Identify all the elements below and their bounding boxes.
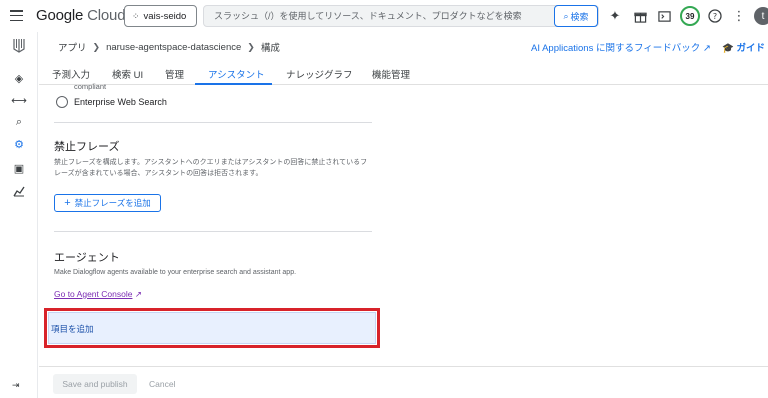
guide-label: ガイド: [736, 43, 765, 54]
agent-console-label: Go to Agent Console: [54, 289, 133, 299]
add-banned-phrase-label: 禁止フレーズを追加: [74, 198, 151, 208]
feedback-link-label: AI Applications に関するフィードバック: [531, 43, 701, 54]
tab-autocomplete[interactable]: 予測入力: [52, 67, 90, 81]
notification-badge[interactable]: 39: [680, 6, 700, 26]
divider: [54, 231, 372, 232]
web-search-radio[interactable]: [56, 96, 68, 108]
tab-search-ui[interactable]: 検索 UI: [112, 67, 143, 81]
active-tab-indicator: [195, 83, 272, 85]
breadcrumb-apps[interactable]: アプリ: [58, 40, 87, 54]
expand-rail-icon[interactable]: ⇥: [12, 380, 20, 391]
tab-management[interactable]: 管理: [165, 67, 184, 81]
agents-description: Make Dialogflow agents available to your…: [54, 269, 297, 276]
tab-feature-management[interactable]: 機能管理: [372, 67, 410, 81]
search-button[interactable]: ⌕ 検索: [554, 5, 598, 27]
school-icon: 🎓: [722, 43, 734, 54]
breadcrumb-app-name[interactable]: naruse-agentspace-datascience: [106, 42, 241, 53]
svg-text:?: ?: [713, 12, 717, 21]
project-icon: ⁘: [132, 10, 140, 21]
tab-bar: 予測入力 検索 UI 管理 アシスタント ナレッジグラフ 機能管理: [39, 63, 768, 85]
compliant-label: compliant: [74, 82, 107, 91]
logo-google: Google: [36, 7, 84, 24]
project-picker[interactable]: ⁘ vais-seido: [124, 5, 197, 27]
save-and-publish-button[interactable]: Save and publish: [53, 374, 137, 394]
left-rail: ◈ ⟷ ⌕ ⚙ ▣: [0, 32, 38, 398]
search-bar: ⌕ 検索: [203, 5, 599, 27]
external-link-icon: ↗: [702, 43, 711, 54]
project-name: vais-seido: [143, 10, 187, 22]
tab-assistant[interactable]: アシスタント: [208, 67, 265, 81]
add-item-label: 項目を追加: [51, 324, 94, 334]
breadcrumb-configuration: 構成: [260, 43, 280, 54]
connect-icon[interactable]: ⟷: [10, 91, 28, 109]
help-icon[interactable]: ?: [706, 7, 724, 25]
external-link-icon: ↗: [134, 289, 142, 299]
guide-button[interactable]: 🎓 ガイド: [722, 40, 765, 54]
gift-icon[interactable]: [631, 7, 649, 25]
breadcrumb: アプリ ❯ naruse-agentspace-datascience ❯ 構成: [58, 40, 280, 55]
google-cloud-logo[interactable]: Google Cloud: [36, 7, 126, 24]
feedback-link[interactable]: AI Applications に関するフィードバック ↗: [531, 40, 711, 54]
overview-icon[interactable]: ◈: [10, 69, 28, 87]
banned-phrases-title: 禁止フレーズ: [54, 141, 120, 153]
settings-icon[interactable]: ⚙: [10, 135, 28, 153]
menu-icon[interactable]: [10, 10, 23, 22]
search-icon: ⌕: [563, 10, 569, 21]
avatar[interactable]: t: [754, 7, 768, 25]
top-bar: Google Cloud ⁘ vais-seido ⌕ 検索 ✦ 39 ? ⋮ …: [0, 0, 768, 32]
chevron-right-icon: ❯: [92, 41, 101, 52]
search-button-label: 検索: [570, 11, 589, 22]
agents-title: エージェント: [54, 252, 120, 264]
gemini-sparkle-icon[interactable]: ✦: [606, 7, 624, 25]
tab-knowledge-graph[interactable]: ナレッジグラフ: [286, 67, 353, 81]
add-item-button[interactable]: 項目を追加: [48, 312, 376, 344]
divider: [54, 122, 372, 123]
more-vert-icon[interactable]: ⋮: [730, 7, 748, 25]
search-preview-icon[interactable]: ⌕: [10, 113, 28, 131]
cloud-shell-icon[interactable]: [655, 7, 673, 25]
analytics-icon[interactable]: [10, 182, 28, 200]
banned-phrases-description: 禁止フレーズを構成します。アシスタントへのクエリまたはアシスタントの回答に禁止さ…: [54, 159, 368, 177]
chevron-right-icon: ❯: [247, 41, 255, 52]
logo-cloud: Cloud: [87, 7, 126, 24]
agent-console-link[interactable]: Go to Agent Console ↗: [54, 289, 142, 300]
integration-icon[interactable]: ▣: [10, 159, 28, 177]
search-input[interactable]: [204, 6, 556, 26]
plus-icon: +: [64, 197, 71, 209]
ai-applications-logo-icon[interactable]: [10, 36, 28, 54]
add-banned-phrase-button[interactable]: + 禁止フレーズを追加: [54, 194, 161, 212]
cancel-button[interactable]: Cancel: [149, 379, 175, 389]
web-search-label[interactable]: Enterprise Web Search: [74, 97, 167, 107]
action-footer: Save and publish Cancel: [39, 366, 768, 398]
